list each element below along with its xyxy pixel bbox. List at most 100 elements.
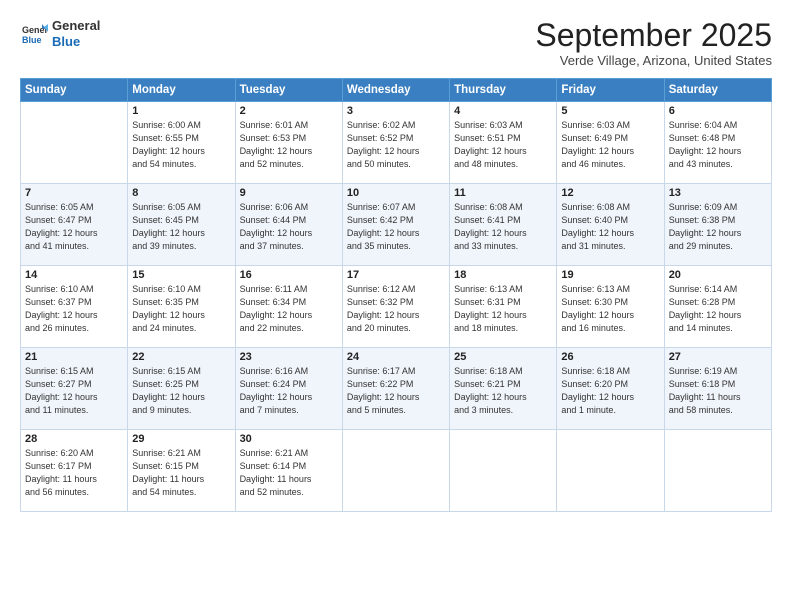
calendar-cell: 12 Sunrise: 6:08 AMSunset: 6:40 PMDayligh…	[557, 184, 664, 266]
day-info: Sunrise: 6:19 AMSunset: 6:18 PMDaylight:…	[669, 365, 767, 417]
calendar-cell: 5 Sunrise: 6:03 AMSunset: 6:49 PMDaylight…	[557, 102, 664, 184]
day-info: Sunrise: 6:20 AMSunset: 6:17 PMDaylight:…	[25, 447, 123, 499]
day-number: 7	[25, 187, 123, 199]
day-number: 12	[561, 187, 659, 199]
calendar-cell: 22 Sunrise: 6:15 AMSunset: 6:25 PMDayligh…	[128, 348, 235, 430]
location: Verde Village, Arizona, United States	[535, 53, 772, 68]
day-number: 1	[132, 105, 230, 117]
day-info: Sunrise: 6:17 AMSunset: 6:22 PMDaylight:…	[347, 365, 445, 417]
calendar-cell: 9 Sunrise: 6:06 AMSunset: 6:44 PMDaylight…	[235, 184, 342, 266]
day-info: Sunrise: 6:05 AMSunset: 6:47 PMDaylight:…	[25, 201, 123, 253]
day-number: 11	[454, 187, 552, 199]
day-info: Sunrise: 6:10 AMSunset: 6:37 PMDaylight:…	[25, 283, 123, 335]
day-info: Sunrise: 6:08 AMSunset: 6:40 PMDaylight:…	[561, 201, 659, 253]
svg-text:Blue: Blue	[22, 35, 42, 45]
weekday-header-tuesday: Tuesday	[235, 79, 342, 102]
calendar-cell: 26 Sunrise: 6:18 AMSunset: 6:20 PMDayligh…	[557, 348, 664, 430]
weekday-header-friday: Friday	[557, 79, 664, 102]
day-number: 18	[454, 269, 552, 281]
logo: General Blue General Blue	[20, 18, 100, 49]
day-info: Sunrise: 6:18 AMSunset: 6:21 PMDaylight:…	[454, 365, 552, 417]
calendar-cell: 18 Sunrise: 6:13 AMSunset: 6:31 PMDayligh…	[450, 266, 557, 348]
day-info: Sunrise: 6:11 AMSunset: 6:34 PMDaylight:…	[240, 283, 338, 335]
day-number: 2	[240, 105, 338, 117]
day-info: Sunrise: 6:12 AMSunset: 6:32 PMDaylight:…	[347, 283, 445, 335]
day-number: 6	[669, 105, 767, 117]
calendar-cell	[21, 102, 128, 184]
day-number: 5	[561, 105, 659, 117]
day-info: Sunrise: 6:13 AMSunset: 6:31 PMDaylight:…	[454, 283, 552, 335]
day-number: 15	[132, 269, 230, 281]
calendar-cell: 14Sunrise: 6:10 AMSunset: 6:37 PMDayligh…	[21, 266, 128, 348]
calendar-cell	[450, 430, 557, 512]
calendar-cell: 29 Sunrise: 6:21 AMSunset: 6:15 PMDayligh…	[128, 430, 235, 512]
weekday-header-monday: Monday	[128, 79, 235, 102]
weekday-header-sunday: Sunday	[21, 79, 128, 102]
day-number: 20	[669, 269, 767, 281]
calendar-cell: 1Sunrise: 6:00 AMSunset: 6:55 PMDaylight…	[128, 102, 235, 184]
day-number: 16	[240, 269, 338, 281]
day-number: 29	[132, 433, 230, 445]
day-info: Sunrise: 6:13 AMSunset: 6:30 PMDaylight:…	[561, 283, 659, 335]
calendar-cell: 23 Sunrise: 6:16 AMSunset: 6:24 PMDayligh…	[235, 348, 342, 430]
day-info: Sunrise: 6:05 AMSunset: 6:45 PMDaylight:…	[132, 201, 230, 253]
day-number: 3	[347, 105, 445, 117]
calendar-cell: 11 Sunrise: 6:08 AMSunset: 6:41 PMDayligh…	[450, 184, 557, 266]
weekday-header-wednesday: Wednesday	[342, 79, 449, 102]
calendar-cell: 30 Sunrise: 6:21 AMSunset: 6:14 PMDayligh…	[235, 430, 342, 512]
calendar-cell: 8 Sunrise: 6:05 AMSunset: 6:45 PMDaylight…	[128, 184, 235, 266]
calendar-cell: 7 Sunrise: 6:05 AMSunset: 6:47 PMDaylight…	[21, 184, 128, 266]
day-number: 17	[347, 269, 445, 281]
day-number: 10	[347, 187, 445, 199]
day-info: Sunrise: 6:08 AMSunset: 6:41 PMDaylight:…	[454, 201, 552, 253]
day-number: 24	[347, 351, 445, 363]
logo-line1: General	[52, 18, 100, 34]
day-info: Sunrise: 6:03 AMSunset: 6:49 PMDaylight:…	[561, 119, 659, 171]
day-info: Sunrise: 6:09 AMSunset: 6:38 PMDaylight:…	[669, 201, 767, 253]
calendar-cell	[664, 430, 771, 512]
day-info: Sunrise: 6:14 AMSunset: 6:28 PMDaylight:…	[669, 283, 767, 335]
day-info: Sunrise: 6:15 AMSunset: 6:25 PMDaylight:…	[132, 365, 230, 417]
calendar-cell: 25Sunrise: 6:18 AMSunset: 6:21 PMDayligh…	[450, 348, 557, 430]
day-number: 21	[25, 351, 123, 363]
calendar-cell: 28 Sunrise: 6:20 AMSunset: 6:17 PMDayligh…	[21, 430, 128, 512]
month-title: September 2025	[535, 18, 772, 53]
weekday-header-saturday: Saturday	[664, 79, 771, 102]
weekday-header-thursday: Thursday	[450, 79, 557, 102]
title-block: September 2025 Verde Village, Arizona, U…	[535, 18, 772, 68]
day-info: Sunrise: 6:21 AMSunset: 6:14 PMDaylight:…	[240, 447, 338, 499]
calendar-cell: 19 Sunrise: 6:13 AMSunset: 6:30 PMDayligh…	[557, 266, 664, 348]
svg-text:General: General	[22, 25, 48, 35]
calendar-cell: 3Sunrise: 6:02 AMSunset: 6:52 PMDaylight…	[342, 102, 449, 184]
day-number: 26	[561, 351, 659, 363]
calendar-cell: 20 Sunrise: 6:14 AMSunset: 6:28 PMDayligh…	[664, 266, 771, 348]
calendar-cell: 2Sunrise: 6:01 AMSunset: 6:53 PMDaylight…	[235, 102, 342, 184]
calendar-cell: 17 Sunrise: 6:12 AMSunset: 6:32 PMDayligh…	[342, 266, 449, 348]
logo-line2: Blue	[52, 34, 100, 50]
calendar-cell: 4 Sunrise: 6:03 AMSunset: 6:51 PMDaylight…	[450, 102, 557, 184]
day-number: 27	[669, 351, 767, 363]
day-info: Sunrise: 6:04 AMSunset: 6:48 PMDaylight:…	[669, 119, 767, 171]
day-number: 22	[132, 351, 230, 363]
day-number: 19	[561, 269, 659, 281]
day-number: 28	[25, 433, 123, 445]
calendar-cell: 15 Sunrise: 6:10 AMSunset: 6:35 PMDayligh…	[128, 266, 235, 348]
calendar-cell: 6 Sunrise: 6:04 AMSunset: 6:48 PMDaylight…	[664, 102, 771, 184]
day-info: Sunrise: 6:16 AMSunset: 6:24 PMDaylight:…	[240, 365, 338, 417]
day-number: 23	[240, 351, 338, 363]
day-info: Sunrise: 6:03 AMSunset: 6:51 PMDaylight:…	[454, 119, 552, 171]
calendar-cell	[557, 430, 664, 512]
day-info: Sunrise: 6:06 AMSunset: 6:44 PMDaylight:…	[240, 201, 338, 253]
calendar-cell: 24 Sunrise: 6:17 AMSunset: 6:22 PMDayligh…	[342, 348, 449, 430]
day-info: Sunrise: 6:10 AMSunset: 6:35 PMDaylight:…	[132, 283, 230, 335]
day-info: Sunrise: 6:07 AMSunset: 6:42 PMDaylight:…	[347, 201, 445, 253]
calendar-cell: 13Sunrise: 6:09 AMSunset: 6:38 PMDayligh…	[664, 184, 771, 266]
day-info: Sunrise: 6:21 AMSunset: 6:15 PMDaylight:…	[132, 447, 230, 499]
day-info: Sunrise: 6:18 AMSunset: 6:20 PMDaylight:…	[561, 365, 659, 417]
calendar-cell: 10 Sunrise: 6:07 AMSunset: 6:42 PMDayligh…	[342, 184, 449, 266]
day-number: 9	[240, 187, 338, 199]
day-number: 4	[454, 105, 552, 117]
calendar-cell: 16 Sunrise: 6:11 AMSunset: 6:34 PMDayligh…	[235, 266, 342, 348]
day-number: 30	[240, 433, 338, 445]
day-number: 8	[132, 187, 230, 199]
